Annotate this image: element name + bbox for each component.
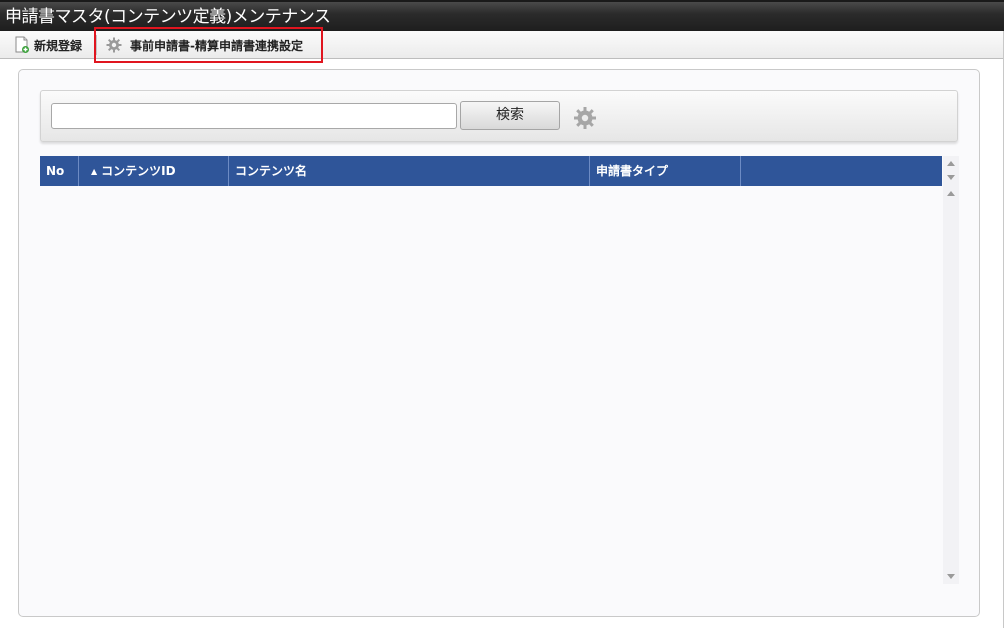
column-header-content-name[interactable]: コンテンツ名 — [229, 156, 590, 186]
column-header-no[interactable]: No — [40, 156, 79, 186]
search-bar: 検索 — [40, 90, 958, 142]
search-input[interactable] — [51, 103, 457, 129]
pre-application-settlement-link-button[interactable]: 事前申請書-精算申請書連携設定 — [106, 34, 303, 56]
main-panel: 検索 No ▲ コンテンツID コンテンツ名 申請書タイプ — [18, 69, 980, 617]
sort-ascending-icon: ▲ — [91, 167, 98, 176]
column-header-content-id-label: コンテンツID — [101, 164, 176, 178]
window-title: 申請書マスタ(コンテンツ定義)メンテナンス — [5, 7, 331, 27]
column-header-extra — [741, 156, 942, 186]
scroll-down-arrow-icon[interactable] — [947, 574, 955, 579]
scroll-up-arrow-icon[interactable] — [947, 161, 955, 166]
title-bar: 申請書マスタ(コンテンツ定義)メンテナンス — [0, 0, 1004, 31]
grid-header: No ▲ コンテンツID コンテンツ名 申請書タイプ — [40, 156, 942, 186]
new-registration-button[interactable]: 新規登録 — [14, 34, 82, 56]
new-document-icon — [15, 36, 29, 53]
gear-icon[interactable] — [573, 106, 597, 130]
app-window: 申請書マスタ(コンテンツ定義)メンテナンス 新規登録 事前申請書-精算申請書連携… — [0, 0, 1004, 628]
new-registration-label: 新規登録 — [34, 38, 83, 53]
search-button[interactable]: 検索 — [460, 101, 560, 130]
toolbar: 新規登録 事前申請書-精算申請書連携設定 — [0, 31, 1003, 59]
grid-scrollbar[interactable] — [943, 156, 959, 584]
gear-icon — [106, 37, 122, 53]
scroll-down-arrow-icon[interactable] — [947, 175, 955, 180]
column-header-content-id[interactable]: ▲ コンテンツID — [79, 156, 229, 186]
pre-application-settlement-link-label: 事前申請書-精算申請書連携設定 — [130, 38, 303, 53]
column-header-form-type[interactable]: 申請書タイプ — [590, 156, 741, 186]
scroll-up-arrow-icon[interactable] — [947, 191, 955, 196]
toolbar-divider — [96, 35, 97, 55]
content-grid: No ▲ コンテンツID コンテンツ名 申請書タイプ — [40, 156, 959, 584]
